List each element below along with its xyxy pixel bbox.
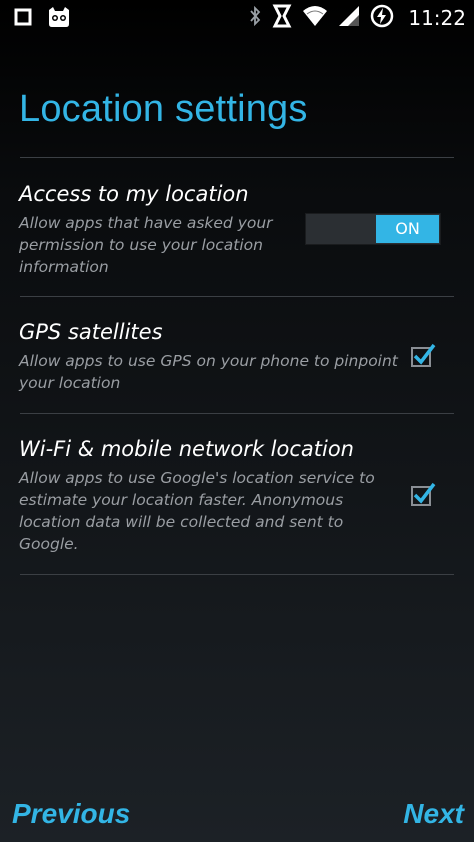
toggle-on-label: ON bbox=[376, 215, 439, 243]
page-title: Location settings bbox=[19, 88, 308, 130]
divider bbox=[20, 413, 454, 414]
square-notification-icon bbox=[14, 8, 32, 30]
divider bbox=[20, 296, 454, 297]
gps-checkbox[interactable] bbox=[410, 342, 436, 368]
checkmark-icon bbox=[411, 482, 436, 506]
setting-title: Wi-Fi & mobile network location bbox=[19, 437, 354, 461]
setting-summary: Allow apps to use GPS on your phone to p… bbox=[19, 352, 398, 392]
location-access-toggle[interactable]: ON bbox=[305, 213, 441, 245]
previous-button[interactable]: Previous bbox=[12, 798, 130, 830]
setting-summary: Allow apps to use Google's location serv… bbox=[19, 469, 375, 553]
status-time: 11:22 bbox=[408, 6, 466, 30]
setting-summary: Allow apps that have asked your permissi… bbox=[19, 214, 273, 276]
nfc-icon bbox=[272, 4, 292, 32]
battery-charging-icon bbox=[370, 4, 394, 32]
next-button[interactable]: Next bbox=[403, 798, 464, 830]
setting-title: Access to my location bbox=[19, 182, 249, 206]
cyanogen-mascot-icon bbox=[46, 6, 72, 32]
divider bbox=[20, 574, 454, 575]
wifi-icon bbox=[302, 5, 328, 31]
setting-title: GPS satellites bbox=[19, 320, 163, 344]
title-divider bbox=[20, 157, 454, 158]
bluetooth-icon bbox=[248, 5, 262, 31]
network-location-checkbox[interactable] bbox=[410, 481, 436, 507]
checkmark-icon bbox=[411, 343, 436, 367]
signal-icon bbox=[338, 5, 360, 31]
status-bar: 11:22 bbox=[0, 0, 474, 34]
